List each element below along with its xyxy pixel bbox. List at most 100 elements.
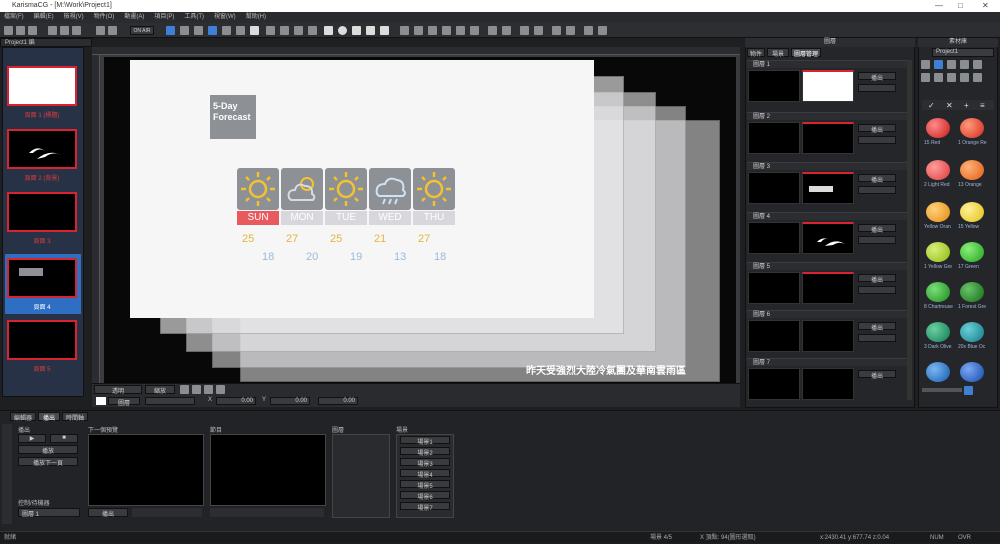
cut-icon[interactable] — [48, 26, 57, 35]
tab-layer-manager[interactable]: 圖層管理 — [791, 48, 821, 58]
layer-3-controls[interactable] — [858, 186, 896, 194]
distribute-v-icon[interactable] — [534, 26, 543, 35]
library-tool-icon-4[interactable] — [960, 60, 969, 69]
pen-tool-icon[interactable] — [266, 26, 275, 35]
paste-icon[interactable] — [72, 26, 81, 35]
copy-icon[interactable] — [60, 26, 69, 35]
menu-window[interactable]: 視窗(W) — [214, 12, 236, 23]
program-transport-controls[interactable] — [210, 508, 324, 517]
material-ball-2-light-red[interactable] — [926, 160, 950, 180]
library-tool-icon-1[interactable] — [921, 60, 930, 69]
library-view-icon[interactable] — [964, 386, 973, 395]
play-button[interactable]: 播放 — [18, 445, 78, 455]
material-ball-blue-2[interactable] — [960, 362, 984, 382]
menu-tools[interactable]: 工具(T) — [184, 12, 204, 23]
material-ball-blue-1[interactable] — [926, 362, 950, 382]
eyedropper-icon[interactable] — [294, 26, 303, 35]
library-tool-icon-9[interactable] — [960, 73, 969, 82]
menu-project[interactable]: 項目(P) — [154, 12, 174, 23]
line-icon[interactable] — [380, 26, 389, 35]
library-tool-icon-7[interactable] — [934, 73, 943, 82]
forecast-card-thu[interactable] — [413, 168, 455, 210]
preview-transport-controls[interactable] — [132, 508, 202, 517]
forecast-card-sun[interactable] — [237, 168, 279, 210]
layer-5-thumb-a[interactable] — [748, 272, 800, 304]
menu-animation[interactable]: 動畫(A) — [124, 12, 144, 23]
layer-4-dropdown[interactable]: 播出 — [858, 224, 896, 234]
material-ball-yellow-orange[interactable] — [926, 202, 950, 222]
open-icon[interactable] — [16, 26, 25, 35]
align-left-icon[interactable] — [400, 26, 409, 35]
zoom-in-icon[interactable] — [180, 385, 189, 394]
layers-scrollbar[interactable] — [907, 60, 912, 400]
undo-icon[interactable] — [96, 26, 105, 35]
library-tool-icon-5[interactable] — [973, 60, 982, 69]
material-ball-1-yellow-green[interactable] — [926, 242, 950, 262]
vertical-side-tab[interactable] — [2, 424, 12, 524]
slide-thumb-2[interactable] — [7, 129, 77, 169]
maximize-button[interactable]: □ — [958, 0, 963, 12]
layer-5-thumb-b[interactable] — [802, 272, 854, 304]
save-icon[interactable] — [28, 26, 37, 35]
on-air-button[interactable]: ON AIR — [130, 26, 154, 35]
layer-row-header-1[interactable]: 圖層 1 — [747, 60, 907, 68]
library-tool-icon-3[interactable] — [947, 60, 956, 69]
polygon-icon[interactable] — [352, 26, 361, 35]
layer-3-thumb-a[interactable] — [748, 172, 800, 204]
color-swatch[interactable] — [96, 397, 106, 405]
tab-timeline[interactable]: 時間軸 — [62, 412, 88, 422]
zoom-out-icon[interactable] — [192, 385, 201, 394]
layer-row-header-3[interactable]: 圖層 3 — [747, 162, 907, 170]
layer-list[interactable] — [332, 434, 390, 518]
layer-row-header-5[interactable]: 圖層 5 — [747, 262, 907, 270]
layer-7-thumb-b[interactable] — [802, 368, 854, 400]
layer-select-2[interactable] — [145, 397, 195, 405]
library-tool-icon-8[interactable] — [947, 73, 956, 82]
play-next-button[interactable]: 播放下一頁 — [18, 457, 78, 467]
y-value-field[interactable]: 0.00 — [270, 397, 310, 405]
redo-icon[interactable] — [108, 26, 117, 35]
close-button[interactable]: ✕ — [982, 0, 989, 12]
text-tool-icon[interactable] — [250, 26, 259, 35]
link-icon[interactable] — [308, 26, 317, 35]
align-right-icon[interactable] — [428, 26, 437, 35]
align-bottom-icon[interactable] — [470, 26, 479, 35]
tab-objects[interactable]: 物件 — [747, 48, 765, 58]
fit-icon[interactable] — [204, 385, 213, 394]
star-icon[interactable] — [366, 26, 375, 35]
grid-icon[interactable] — [216, 385, 225, 394]
layer-row-header-6[interactable]: 圖層 6 — [747, 310, 907, 318]
slide-thumb-1[interactable] — [7, 66, 77, 106]
blend-mode-select[interactable]: 透明 — [94, 385, 142, 395]
scene-button-4[interactable]: 場景4 — [400, 469, 450, 479]
stop-button-icon[interactable]: ■ — [50, 434, 78, 443]
library-size-slider[interactable] — [922, 388, 962, 392]
menu-object[interactable]: 物件(O) — [94, 12, 115, 23]
layer-1-dropdown[interactable]: 播出 — [858, 72, 896, 82]
slide-thumb-3[interactable] — [7, 192, 77, 232]
scene-button-5[interactable]: 場景5 — [400, 480, 450, 490]
material-ball-17-green[interactable] — [960, 242, 984, 262]
layer-3-dropdown[interactable]: 播出 — [858, 174, 896, 184]
scene-button-1[interactable]: 場景1 — [400, 436, 450, 446]
scene-button-3[interactable]: 場景3 — [400, 458, 450, 468]
layer-2-thumb-a[interactable] — [748, 122, 800, 154]
material-ball-20x-blue[interactable] — [960, 322, 984, 342]
tab-playout[interactable]: 播出 — [38, 412, 60, 422]
tab-scenes[interactable]: 場景 — [767, 48, 789, 58]
rectangle-icon[interactable] — [324, 26, 333, 35]
forecast-card-wed[interactable] — [369, 168, 411, 210]
layer-6-thumb-b[interactable] — [802, 320, 854, 352]
slide-thumb-4[interactable] — [7, 258, 77, 298]
library-tool-icon-2[interactable] — [934, 60, 943, 69]
check-icon[interactable]: ✓ — [928, 101, 935, 110]
menu-file[interactable]: 檔案(F) — [4, 12, 24, 23]
tab-editor[interactable]: 編輯器 — [10, 412, 36, 422]
scene-button-2[interactable]: 場景2 — [400, 447, 450, 457]
new-icon[interactable] — [4, 26, 13, 35]
play-button-icon[interactable]: ▶ — [18, 434, 46, 443]
layer-1-controls[interactable] — [858, 84, 896, 92]
distribute-h-icon[interactable] — [520, 26, 529, 35]
add-icon[interactable]: + — [964, 101, 969, 110]
material-ball-15-yellow[interactable] — [960, 202, 984, 222]
